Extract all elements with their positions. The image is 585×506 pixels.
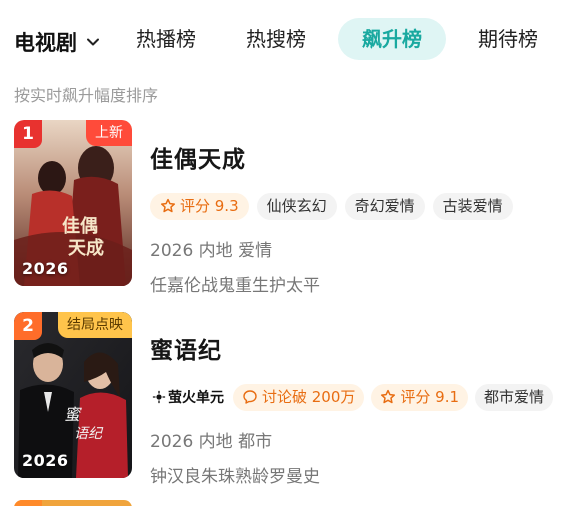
list-item[interactable]: 佳偶 天成 1 上新 2026 佳偶天成 评分 9.3 仙侠玄幻 奇幻爱情 古装… (14, 120, 574, 296)
poster-title-text: 蜜 (64, 405, 82, 424)
item-description: 任嘉伦战鬼重生护太平 (150, 276, 320, 296)
poster-title-text: 佳偶 (62, 215, 98, 237)
category-label: 电视剧 (14, 31, 77, 55)
chip-row: 萤火单元 讨论破 200万 评分 9.1 都市爱情 (150, 383, 574, 411)
chip-row: 评分 9.3 仙侠玄幻 奇幻爱情 古装爱情 (150, 192, 574, 220)
poster-image[interactable]: 蜜 语纪 2 结局点映 2026 (14, 312, 132, 478)
star-icon (160, 198, 176, 213)
category-dropdown[interactable]: 电视剧 (14, 27, 101, 57)
chevron-down-icon (87, 38, 99, 46)
tab-hot-play[interactable]: 热播榜 (118, 18, 214, 60)
star-icon (381, 389, 396, 404)
tab-rising[interactable]: 飙升榜 (338, 18, 446, 60)
sort-hint: 按实时飙升幅度排序 (14, 86, 159, 105)
rank-badge: 1 (14, 120, 42, 148)
platform-logo: 萤火单元 (150, 387, 226, 407)
score-chip: 评分 9.3 (150, 192, 249, 220)
poster-year: 2026 (22, 451, 69, 470)
score-chip: 评分 9.1 (371, 383, 469, 411)
rank-badge: 2 (14, 312, 42, 340)
poster-year: 2026 (22, 259, 69, 278)
firefly-icon (152, 390, 166, 404)
tab-hot-search[interactable]: 热搜榜 (228, 18, 324, 60)
list-item[interactable]: 蜜 语纪 2 结局点映 2026 蜜语纪 萤火单元 讨论破 200万 评分 9.… (14, 312, 574, 487)
item-meta: 2026 内地 爱情 (150, 241, 273, 261)
finale-badge: 结局点映 (58, 312, 132, 338)
item-title[interactable]: 蜜语纪 (150, 331, 574, 365)
speech-bubble-icon (243, 390, 257, 404)
item-meta: 2026 内地 都市 (150, 432, 273, 452)
discussion-chip: 讨论破 200万 (233, 383, 365, 411)
item-description: 钟汉良朱珠熟龄罗曼史 (150, 467, 320, 487)
genre-chip[interactable]: 仙侠玄幻 (256, 192, 337, 220)
top-tab-bar: 电视剧 热播榜 热搜榜 飙升榜 期待榜 (0, 0, 585, 80)
score-label: 评分 9.1 (400, 387, 460, 406)
genre-chip[interactable]: 古装爱情 (432, 192, 513, 220)
poster-image[interactable]: 佳偶 天成 1 上新 2026 (14, 120, 132, 286)
tab-anticipated[interactable]: 期待榜 (460, 18, 556, 60)
new-badge: 上新 (86, 120, 132, 146)
item-info: 佳偶天成 评分 9.3 仙侠玄幻 奇幻爱情 古装爱情 2026 内地 爱情 任嘉… (150, 120, 574, 296)
platform-label: 萤火单元 (168, 390, 224, 406)
item-title[interactable]: 佳偶天成 (150, 140, 574, 174)
poster-title-text: 天成 (68, 237, 104, 259)
rank-tabs: 热播榜 热搜榜 飙升榜 期待榜 (118, 18, 570, 60)
genre-chip[interactable]: 奇幻爱情 (344, 192, 425, 220)
poster-title-text: 语纪 (74, 426, 104, 442)
next-item-rank-peek (14, 500, 42, 506)
genre-chip[interactable]: 都市爱情 (475, 383, 554, 411)
item-info: 蜜语纪 萤火单元 讨论破 200万 评分 9.1 都市爱情 2026 内地 都市… (150, 312, 574, 487)
score-label: 评分 9.3 (180, 196, 239, 215)
discussion-label: 讨论破 200万 (262, 387, 356, 406)
